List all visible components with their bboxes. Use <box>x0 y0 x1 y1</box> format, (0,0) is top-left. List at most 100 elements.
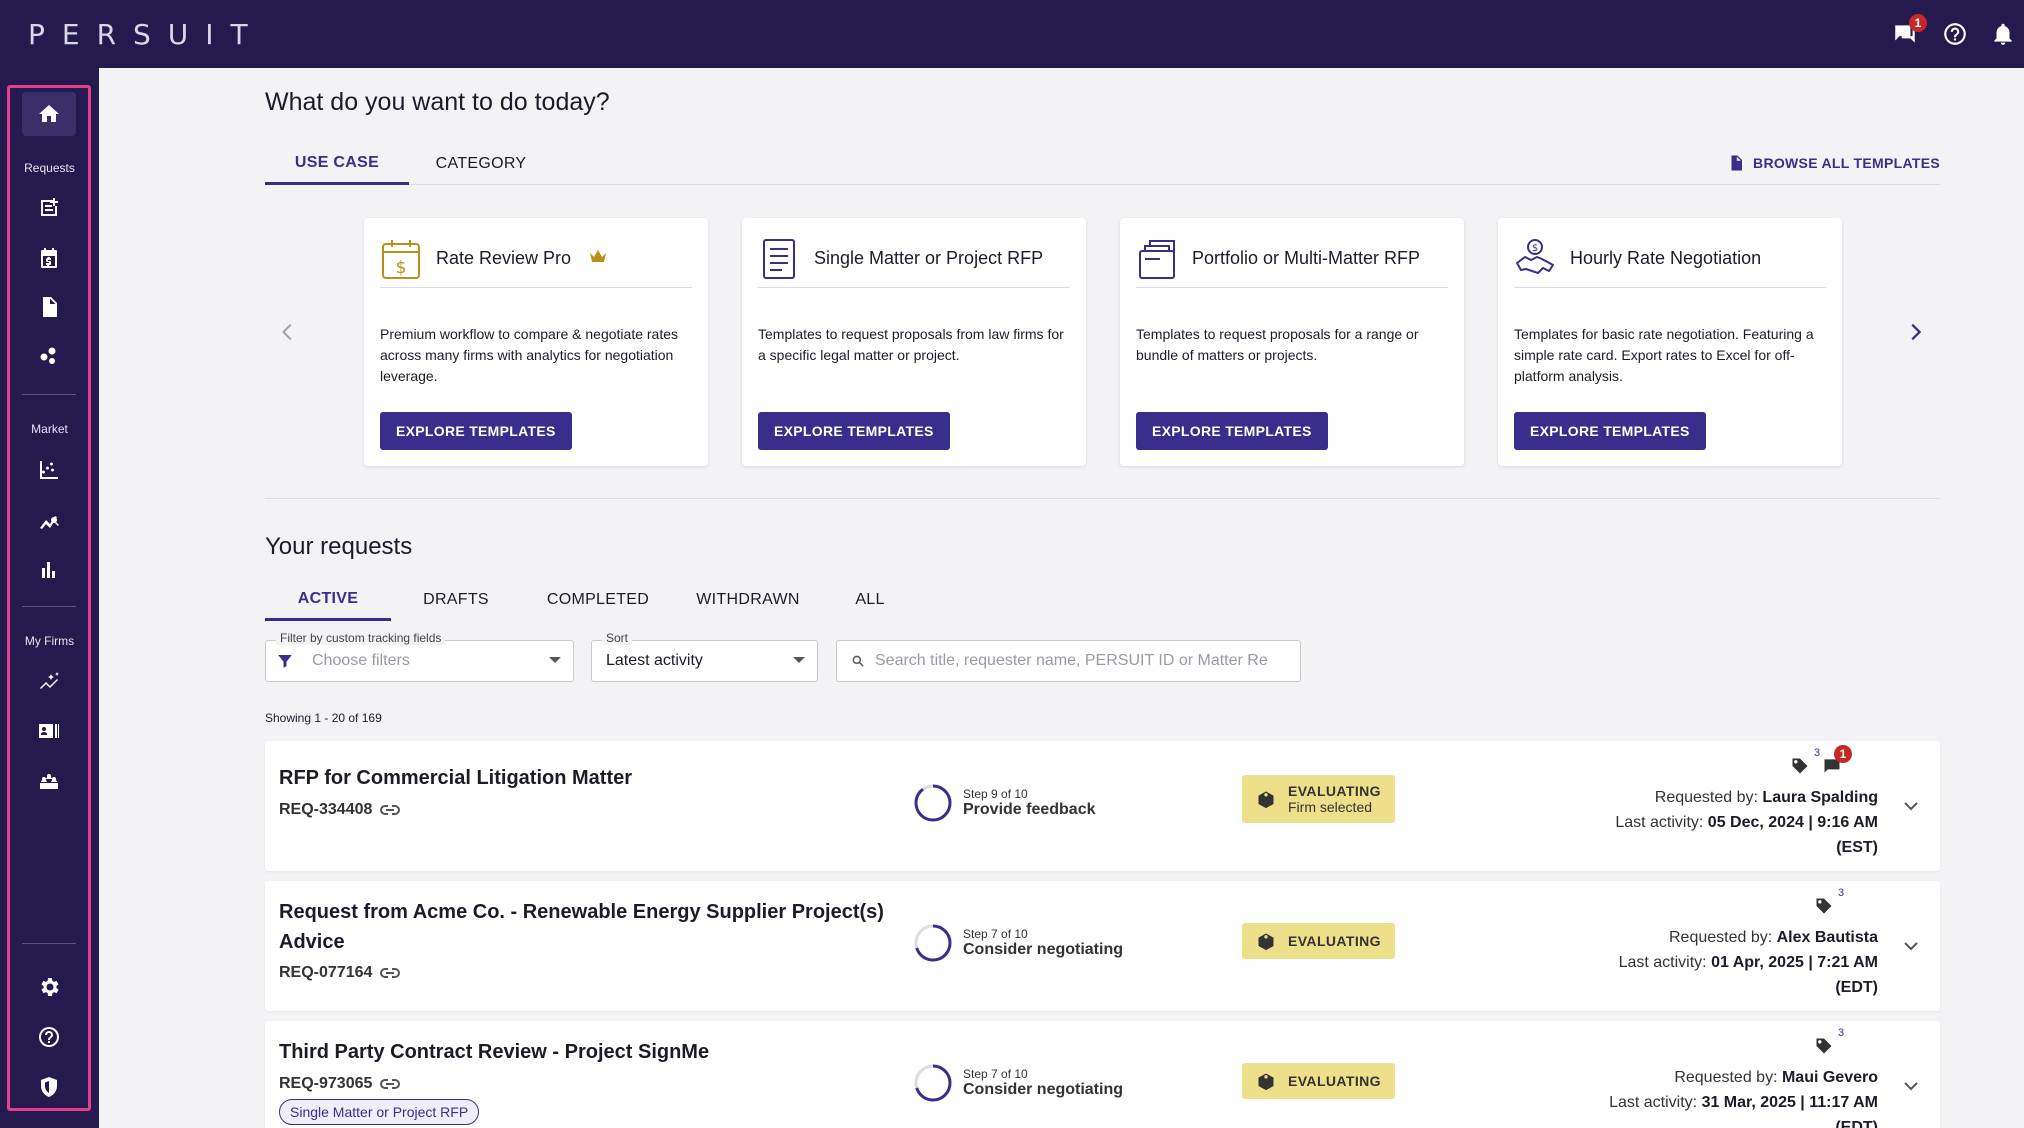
explore-templates-button[interactable]: EXPLORE TEMPLATES <box>380 412 572 450</box>
svg-text:$: $ <box>1532 243 1538 254</box>
request-meta: Requested by: Laura Spalding Last activi… <box>1615 785 1878 860</box>
last-activity-label: Last activity: <box>1609 1094 1698 1111</box>
carousel-next-button[interactable] <box>1900 317 1930 347</box>
tag-icon[interactable] <box>1814 1036 1834 1061</box>
document-list-icon <box>758 237 800 281</box>
section-divider <box>265 498 1940 499</box>
sort-select[interactable]: Sort Latest activity <box>591 631 818 682</box>
timezone: (EST) <box>1836 839 1878 856</box>
request-title-line-2: Advice <box>279 931 345 953</box>
request-title[interactable]: Request from Acme Co. - Renewable Energy… <box>279 897 884 957</box>
request-step: Step 9 of 10 Provide feedback <box>913 783 1096 823</box>
help-icon[interactable] <box>1941 20 1969 48</box>
timezone: (EDT) <box>1835 1119 1878 1128</box>
gavel-box-icon <box>1258 791 1274 809</box>
card-description: Templates for basic rate negotiation. Fe… <box>1514 326 1814 384</box>
tab-withdrawn[interactable]: WITHDRAWN <box>675 579 821 621</box>
chevron-left-icon <box>282 324 292 340</box>
explore-templates-button[interactable]: EXPLORE TEMPLATES <box>1514 412 1706 450</box>
browse-all-templates-link[interactable]: BROWSE ALL TEMPLATES <box>1727 153 1940 173</box>
messages-badge: 1 <box>1909 14 1927 32</box>
link-icon <box>380 805 401 815</box>
request-id[interactable]: REQ-077164 <box>279 964 401 982</box>
tab-active[interactable]: ACTIVE <box>265 579 391 621</box>
status-badge: EVALUATING <box>1242 1063 1395 1099</box>
step-name: Consider negotiating <box>963 941 1123 958</box>
sort-label: Sort <box>602 631 633 645</box>
link-icon <box>380 968 401 978</box>
last-activity-label: Last activity: <box>1615 814 1704 831</box>
tag-icon[interactable] <box>1814 896 1834 921</box>
use-case-tabs: USE CASE CATEGORY BROWSE ALL TEMPLATES <box>265 143 1940 185</box>
tab-all[interactable]: ALL <box>821 579 919 621</box>
sort-value: Latest activity <box>606 652 703 669</box>
requested-by-name: Maui Gevero <box>1781 1069 1878 1086</box>
template-card-portfolio[interactable]: Portfolio or Multi-Matter RFP Templates … <box>1120 218 1464 466</box>
filter-icon <box>276 652 294 675</box>
status-label: EVALUATING <box>1288 933 1381 949</box>
step-count: Step 7 of 10 <box>963 1067 1028 1081</box>
handshake-icon: $ <box>1514 237 1556 281</box>
tag-count: 3 <box>1838 887 1845 899</box>
tag-count: 3 <box>1838 1027 1845 1039</box>
request-step: Step 7 of 10 Consider negotiating <box>913 923 1123 963</box>
request-row[interactable]: RFP for Commercial Litigation Matter REQ… <box>265 741 1940 871</box>
request-title[interactable]: RFP for Commercial Litigation Matter <box>279 763 632 793</box>
request-id-text: REQ-973065 <box>279 1075 373 1092</box>
notifications-icon[interactable] <box>1989 20 2017 48</box>
chevron-right-icon <box>1911 323 1922 341</box>
persuit-logo[interactable]: PERSUIT <box>28 18 265 51</box>
tag-icon[interactable] <box>1790 756 1810 781</box>
tag-count: 3 <box>1814 747 1821 759</box>
svg-text:$: $ <box>396 258 407 278</box>
page-title: What do you want to do today? <box>265 88 610 116</box>
gavel-box-icon <box>1258 933 1274 951</box>
request-id-text: REQ-334408 <box>279 801 373 818</box>
card-title: Single Matter or Project RFP <box>814 248 1044 268</box>
request-id[interactable]: REQ-973065 <box>279 1075 401 1093</box>
card-description: Templates to request proposals for a ran… <box>1136 326 1419 363</box>
progress-ring-icon <box>914 924 952 962</box>
template-type-chip[interactable]: Single Matter or Project RFP <box>279 1099 480 1125</box>
calendar-dollar-icon: $ <box>380 237 422 281</box>
tab-drafts[interactable]: DRAFTS <box>391 579 521 621</box>
explore-templates-button[interactable]: EXPLORE TEMPLATES <box>1136 412 1328 450</box>
request-row[interactable]: Request from Acme Co. - Renewable Energy… <box>265 881 1940 1011</box>
status-badge: EVALUATING Firm selected <box>1242 775 1395 823</box>
template-card-hourly-rate[interactable]: $ Hourly Rate Negotiation Templates for … <box>1498 218 1842 466</box>
request-row[interactable]: Third Party Contract Review - Project Si… <box>265 1021 1940 1128</box>
requested-by-name: Laura Spalding <box>1762 789 1878 806</box>
tab-use-case[interactable]: USE CASE <box>265 143 409 185</box>
search-field[interactable]: Search title, requester name, PERSUIT ID… <box>836 640 1301 682</box>
stacked-documents-icon <box>1136 237 1178 281</box>
search-icon <box>851 654 865 673</box>
template-card-single-matter[interactable]: Single Matter or Project RFP Templates t… <box>742 218 1086 466</box>
progress-ring-icon <box>914 784 952 822</box>
request-title-line-1: Request from Acme Co. - Renewable Energy… <box>279 901 884 923</box>
card-description: Premium workflow to compare & negotiate … <box>380 326 679 384</box>
carousel-prev-button[interactable] <box>273 317 303 347</box>
chevron-down-icon <box>1904 942 1918 951</box>
tab-category[interactable]: CATEGORY <box>409 143 553 185</box>
results-count: Showing 1 - 20 of 169 <box>265 711 382 725</box>
template-card-rate-review-pro[interactable]: $ Rate Review Pro Premium workflow to co… <box>364 218 708 466</box>
card-title: Portfolio or Multi-Matter RFP <box>1192 248 1421 268</box>
request-title[interactable]: Third Party Contract Review - Project Si… <box>279 1037 709 1067</box>
tracking-filter-select[interactable]: Filter by custom tracking fields Choose … <box>265 631 574 682</box>
chevron-down-icon <box>549 657 561 663</box>
browse-all-label: BROWSE ALL TEMPLATES <box>1753 155 1940 171</box>
requests-section-title: Your requests <box>265 533 413 560</box>
request-id[interactable]: REQ-334408 <box>279 801 401 819</box>
last-activity-value: 05 Dec, 2024 | 9:16 AM <box>1707 814 1878 831</box>
step-count: Step 9 of 10 <box>963 787 1028 801</box>
explore-templates-button[interactable]: EXPLORE TEMPLATES <box>758 412 950 450</box>
requested-by-label: Requested by: <box>1674 1069 1778 1086</box>
last-activity-value: 01 Apr, 2025 | 7:21 AM <box>1711 954 1878 971</box>
requested-by-name: Alex Bautista <box>1776 929 1878 946</box>
filter-label: Filter by custom tracking fields <box>276 631 446 645</box>
tab-completed[interactable]: COMPLETED <box>521 579 675 621</box>
gavel-box-icon <box>1258 1073 1274 1091</box>
card-title: Rate Review Pro <box>436 248 572 268</box>
status-label: EVALUATING <box>1288 1073 1381 1089</box>
requested-by-label: Requested by: <box>1668 929 1773 946</box>
